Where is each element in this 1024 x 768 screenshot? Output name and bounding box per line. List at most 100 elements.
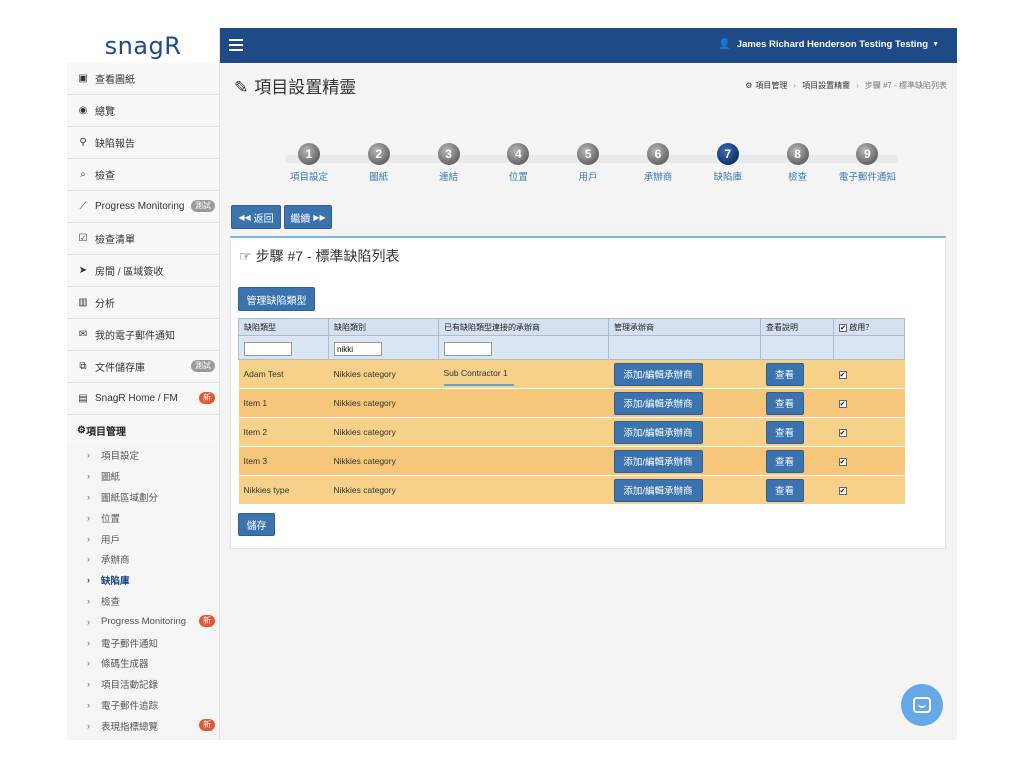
sidebar-subitem[interactable]: › 項目設定 bbox=[67, 445, 219, 466]
view-button[interactable]: 查看 bbox=[765, 420, 804, 444]
sidebar-subitem[interactable]: › 圖紙區域劃分 bbox=[67, 487, 219, 508]
sidebar-item[interactable]: ⚲ 缺陷報告 bbox=[67, 127, 219, 159]
chevron-right-icon: › bbox=[87, 575, 90, 586]
envelope-icon: ✉ bbox=[78, 329, 88, 340]
wizard-step[interactable]: 4 位置 bbox=[488, 143, 548, 183]
step-label: 位置 bbox=[508, 172, 528, 183]
building-icon: ▤ bbox=[78, 393, 88, 404]
sidebar-subitem[interactable]: › 承辦商 bbox=[67, 549, 219, 570]
sidebar-item[interactable]: ⧉ 文件儲存庫 測試 bbox=[67, 351, 219, 383]
sidebar-item[interactable]: ⟋ Progress Monitoring 測試 bbox=[67, 191, 219, 223]
wizard-step[interactable]: 3 連結 bbox=[419, 143, 479, 183]
sidebar-subitem[interactable]: › 用戶 bbox=[67, 528, 219, 549]
wizard-step[interactable]: 6 承辦商 bbox=[628, 143, 688, 183]
col-defect-category[interactable]: 缺陷類別 bbox=[328, 318, 439, 336]
user-menu[interactable]: 👤 James Richard Henderson Testing Testin… bbox=[718, 39, 939, 50]
sidebar-item-label: SnagR Home / FM bbox=[95, 393, 178, 404]
add-edit-contractor-button[interactable]: 添加/編輯承辦商 bbox=[613, 478, 703, 502]
sidebar-subitem[interactable]: › 電子郵件通知 bbox=[67, 632, 219, 653]
step-label: 電子郵件通知 bbox=[838, 172, 896, 183]
back-button[interactable]: ◀◀ 返回 bbox=[231, 205, 281, 229]
cell-enabled: ✔ bbox=[833, 475, 905, 505]
wizard-step[interactable]: 5 用戶 bbox=[558, 143, 618, 183]
sidebar-subitem[interactable]: › 圖紙 bbox=[67, 466, 219, 487]
sidebar-item[interactable]: ▤ SnagR Home / FM 新 bbox=[67, 383, 219, 415]
enabled-checkbox[interactable]: ✔ bbox=[838, 458, 847, 466]
back-label: 返回 bbox=[253, 213, 274, 225]
cell-enabled: ✔ bbox=[833, 388, 905, 418]
logo[interactable]: snagR bbox=[67, 28, 219, 63]
add-edit-contractor-button[interactable]: 添加/編輯承辦商 bbox=[613, 362, 703, 386]
cell-linked-contractors bbox=[438, 388, 609, 418]
cell-manage-contractors: 添加/編輯承辦商 bbox=[608, 417, 761, 447]
add-edit-contractor-button[interactable]: 添加/編輯承辦商 bbox=[613, 391, 703, 415]
sidebar-subitem[interactable]: › 條碼生成器 bbox=[67, 653, 219, 674]
defect-category-filter[interactable] bbox=[334, 342, 382, 356]
cell-view: 查看 bbox=[760, 417, 834, 447]
save-label: 儲存 bbox=[246, 521, 267, 532]
filter-cell bbox=[438, 335, 609, 360]
enabled-checkbox[interactable]: ✔ bbox=[838, 400, 847, 408]
save-button[interactable]: 儲存 bbox=[238, 513, 275, 536]
sidebar-subitem[interactable]: › 電子郵件追踪 bbox=[67, 695, 219, 716]
sidebar-item[interactable]: ✉ 我的電子郵件通知 bbox=[67, 319, 219, 351]
col-enabled[interactable]: ✔ 啟用？ bbox=[833, 318, 905, 336]
step-label: 連結 bbox=[439, 172, 459, 183]
wizard-step[interactable]: 2 圖紙 bbox=[349, 143, 409, 183]
col-manage-contractors[interactable]: 管理承辦商 bbox=[608, 318, 761, 336]
sidebar-item-label: 文件儲存庫 bbox=[95, 363, 145, 374]
sidebar-subitem[interactable]: › 缺陷庫 bbox=[67, 570, 219, 591]
enabled-checkbox[interactable]: ✔ bbox=[838, 371, 847, 379]
sidebar-section-project-management[interactable]: ⚙ 項目管理 bbox=[67, 415, 219, 445]
wizard-step[interactable]: 1 項目設定 bbox=[279, 143, 339, 183]
sidebar-subitem[interactable]: › Progress Monitoring 新 bbox=[67, 611, 219, 632]
filter-cell bbox=[328, 335, 439, 360]
sidebar-item[interactable]: ☑ 檢查清單 bbox=[67, 223, 219, 255]
chevron-right-icon: › bbox=[87, 595, 90, 606]
next-button[interactable]: 繼續 ▶▶ bbox=[284, 205, 332, 229]
chat-launcher-button[interactable] bbox=[901, 684, 943, 726]
wizard-step[interactable]: 8 檢查 bbox=[768, 143, 828, 183]
sidebar-subitem[interactable]: › 表現指標總覽 新 bbox=[67, 715, 219, 736]
view-button[interactable]: 查看 bbox=[765, 362, 804, 386]
step-label: 缺陷庫 bbox=[713, 172, 743, 183]
enabled-checkbox[interactable]: ✔ bbox=[838, 429, 847, 437]
sidebar-item[interactable]: ⌕ 檢查 bbox=[67, 159, 219, 191]
cell-linked-contractors bbox=[438, 475, 609, 505]
view-button[interactable]: 查看 bbox=[765, 478, 804, 502]
linked-contractor[interactable]: Sub Contractor 1 bbox=[443, 368, 514, 386]
add-edit-label: 添加/編輯承辦商 bbox=[623, 457, 693, 468]
wizard-step[interactable]: 7 缺陷庫 bbox=[698, 143, 758, 183]
add-edit-contractor-button[interactable]: 添加/編輯承辦商 bbox=[613, 449, 703, 473]
view-button[interactable]: 查看 bbox=[765, 391, 804, 415]
manage-defect-types-button[interactable]: 管理缺陷類型 bbox=[238, 287, 315, 311]
chevron-right-icon: › bbox=[87, 554, 90, 565]
col-defect-type[interactable]: 缺陷類型 bbox=[238, 318, 329, 336]
sidebar-subitem[interactable]: › 項目活動記錄 bbox=[67, 674, 219, 695]
hamburger-menu-icon[interactable] bbox=[229, 39, 243, 51]
col-view-description[interactable]: 查看說明 bbox=[760, 318, 834, 336]
defect-type-filter[interactable] bbox=[244, 342, 292, 356]
cell-view: 查看 bbox=[760, 388, 834, 418]
sidebar-subitem-label: 圖紙 bbox=[101, 472, 121, 484]
sidebar-item[interactable]: ➤ 房間 / 區域簽收 bbox=[67, 255, 219, 287]
col-linked-contractors[interactable]: 已有缺陷類型連接的承辦商 bbox=[438, 318, 609, 336]
sidebar-item[interactable]: ▣ 查看圖紙 bbox=[67, 63, 219, 95]
enabled-header-checkbox[interactable]: ✔ bbox=[839, 323, 847, 332]
breadcrumb-link[interactable]: 項目管理 bbox=[755, 80, 787, 91]
add-edit-contractor-button[interactable]: 添加/編輯承辦商 bbox=[613, 420, 703, 444]
breadcrumb-link[interactable]: 項目設置精靈 bbox=[802, 80, 850, 91]
sidebar-item[interactable]: ▥ 分析 bbox=[67, 287, 219, 319]
wizard-step[interactable]: 9 電子郵件通知 bbox=[837, 143, 897, 183]
sidebar-subitem[interactable]: › 位置 bbox=[67, 507, 219, 528]
table-row: Nikkies type Nikkies category 添加/編輯承辦商 查看 ✔ bbox=[238, 475, 905, 505]
enabled-checkbox[interactable]: ✔ bbox=[838, 487, 847, 495]
sidebar-subitem-label: 圖紙區域劃分 bbox=[101, 492, 159, 504]
step-number: 5 bbox=[577, 143, 600, 165]
view-button[interactable]: 查看 bbox=[765, 449, 804, 473]
sidebar-item[interactable]: ◉ 總覽 bbox=[67, 95, 219, 127]
sidebar-item-label: 總覽 bbox=[95, 107, 115, 118]
step-number: 8 bbox=[786, 143, 809, 165]
sidebar-subitem[interactable]: › 檢查 bbox=[67, 591, 219, 612]
contractor-filter[interactable] bbox=[444, 342, 492, 356]
